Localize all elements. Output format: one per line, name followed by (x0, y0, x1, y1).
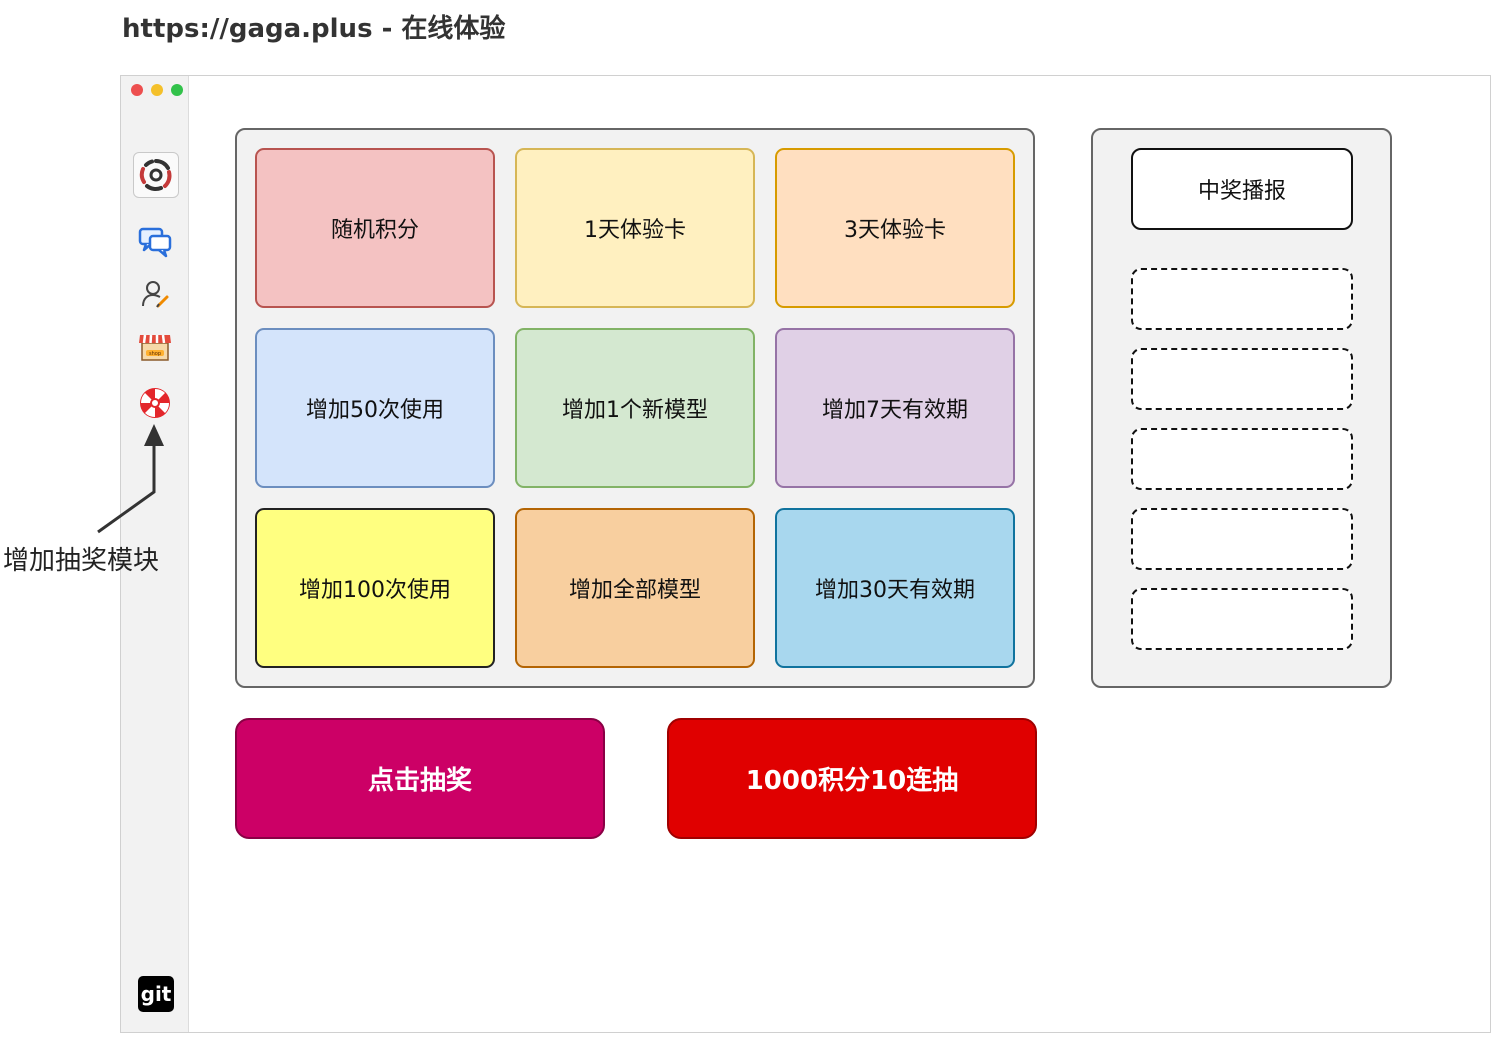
prize-label: 增加50次使用 (306, 398, 444, 423)
prize-label: 增加全部模型 (568, 578, 701, 603)
ai-logo-icon[interactable] (133, 152, 179, 198)
prize-card-7: 增加全部模型 (515, 508, 755, 668)
prize-grid: 随机积分 1天体验卡 3天体验卡 增加50次使用 增加1个新模型 增加7天有效期… (235, 128, 1035, 688)
git-icon[interactable]: git (138, 976, 174, 1012)
prize-card-1: 1天体验卡 (515, 148, 755, 308)
broadcast-slot (1131, 508, 1353, 570)
shop-icon[interactable]: shop (135, 326, 175, 366)
broadcast-slot (1131, 348, 1353, 410)
user-edit-icon[interactable] (135, 274, 175, 314)
annotation-label: 增加抽奖模块 (3, 546, 160, 576)
prize-label: 1天体验卡 (584, 218, 686, 243)
winner-broadcast-panel: 中奖播报 (1091, 128, 1392, 688)
multi-draw-button[interactable]: 1000积分10连抽 (667, 718, 1037, 839)
broadcast-slot (1131, 268, 1353, 330)
prize-label: 增加1个新模型 (562, 398, 708, 423)
prize-card-4: 增加1个新模型 (515, 328, 755, 488)
page-title: https://gaga.plus - 在线体验 (122, 14, 506, 44)
multi-draw-button-label: 1000积分10连抽 (745, 766, 959, 796)
prize-card-2: 3天体验卡 (775, 148, 1015, 308)
lottery-wheel-icon[interactable] (135, 383, 175, 423)
prize-card-8: 增加30天有效期 (775, 508, 1015, 668)
broadcast-slot (1131, 588, 1353, 650)
draw-button[interactable]: 点击抽奖 (235, 718, 605, 839)
broadcast-title: 中奖播报 (1131, 148, 1353, 230)
prize-label: 增加7天有效期 (822, 398, 968, 423)
window-close-button[interactable] (131, 84, 143, 96)
prize-label: 增加30天有效期 (815, 578, 975, 603)
prize-card-3: 增加50次使用 (255, 328, 495, 488)
chat-icon[interactable] (135, 222, 175, 262)
svg-text:shop: shop (149, 351, 161, 357)
draw-button-label: 点击抽奖 (367, 766, 472, 796)
prize-label: 增加100次使用 (299, 578, 451, 603)
prize-card-5: 增加7天有效期 (775, 328, 1015, 488)
window-maximize-button[interactable] (171, 84, 183, 96)
prize-label: 3天体验卡 (844, 218, 946, 243)
prize-label: 随机积分 (330, 218, 419, 243)
prize-card-0: 随机积分 (255, 148, 495, 308)
window-minimize-button[interactable] (151, 84, 163, 96)
app-window: shop git 随机积分 1天体验卡 3天体验卡 增加50次使用 增加1个新模… (120, 75, 1491, 1033)
prize-card-6: 增加100次使用 (255, 508, 495, 668)
broadcast-slot (1131, 428, 1353, 490)
